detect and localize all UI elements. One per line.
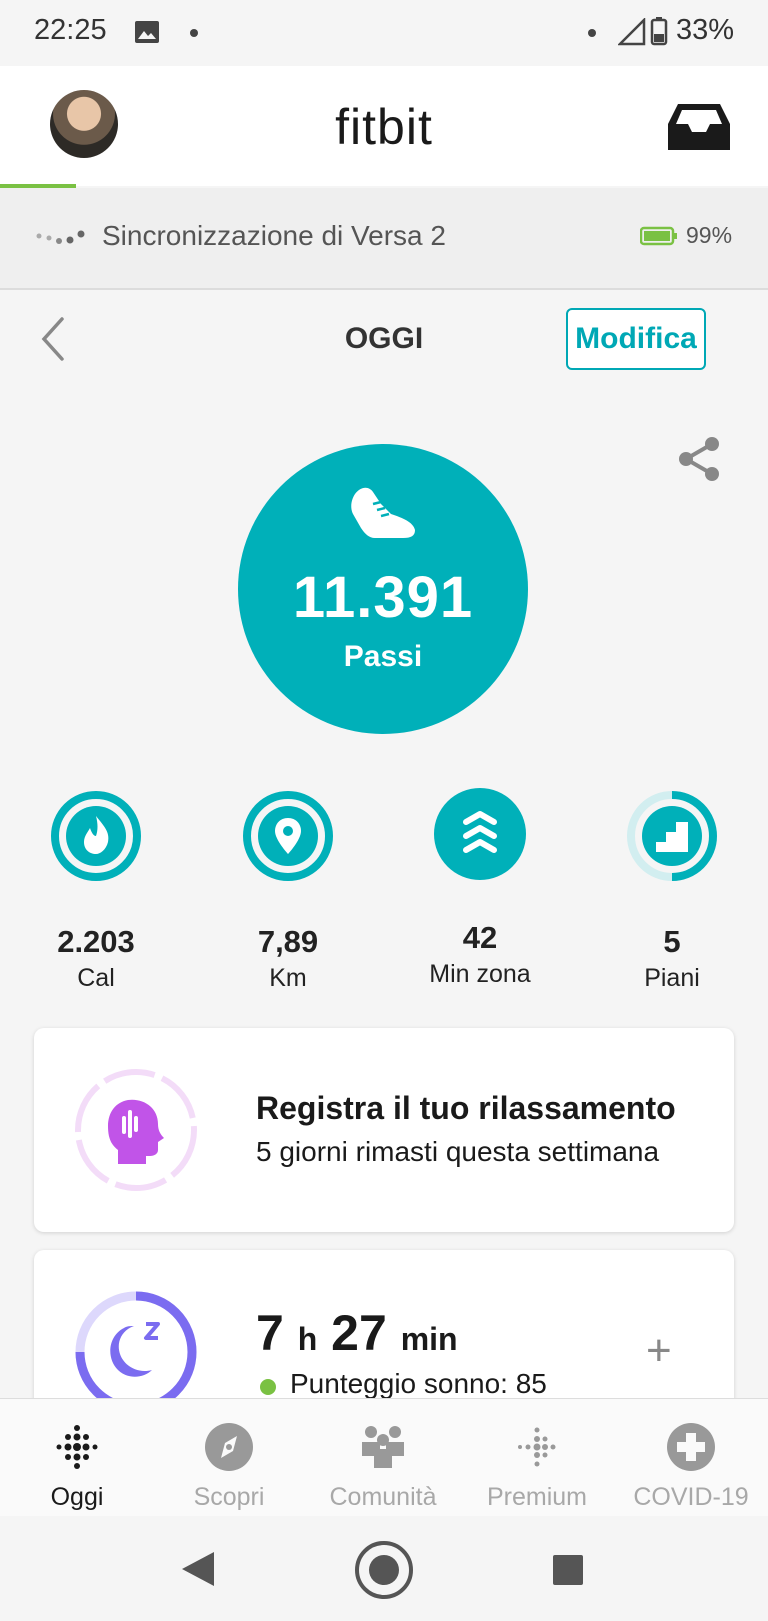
image-notification-icon xyxy=(135,21,159,43)
sleep-minutes-unit: min xyxy=(400,1321,458,1357)
sync-progress-icon xyxy=(36,230,85,244)
sleep-score: Punteggio sonno: 85 xyxy=(290,1368,547,1399)
steps-label: Passi xyxy=(343,640,423,673)
distance-ring[interactable] xyxy=(240,788,336,884)
zone-minutes-label: Min zona xyxy=(429,960,531,988)
nav-label: Scopri xyxy=(193,1483,265,1511)
compass-icon xyxy=(205,1423,253,1471)
relaxation-ring xyxy=(75,1069,197,1191)
nav-label: Comunità xyxy=(329,1483,437,1511)
device-battery-pct: 99% xyxy=(686,222,733,248)
status-time: 22:25 xyxy=(34,14,107,46)
nav-item-comunita[interactable]: Comunità xyxy=(308,1422,458,1512)
sleep-hours-unit: h xyxy=(297,1321,318,1357)
calories-value: 2.203 xyxy=(57,924,135,959)
zone-minutes-ring[interactable] xyxy=(432,786,528,882)
device-battery-icon xyxy=(640,226,677,246)
calories-label: Cal xyxy=(77,964,115,992)
distance-value: 7,89 xyxy=(257,924,319,959)
system-recents-icon[interactable] xyxy=(552,1554,584,1586)
inbox-icon[interactable] xyxy=(666,102,732,152)
nav-item-scopri[interactable]: Scopri xyxy=(154,1422,304,1512)
today-dots-icon xyxy=(56,1425,98,1469)
shoe-icon xyxy=(351,487,415,538)
add-sleep-button[interactable]: + xyxy=(646,1326,672,1376)
floors-value: 5 xyxy=(663,924,681,959)
nav-item-covid[interactable]: COVID-19 xyxy=(616,1422,766,1512)
sleep-hours: 7 xyxy=(256,1305,284,1361)
nav-item-oggi[interactable]: Oggi xyxy=(2,1422,152,1512)
relaxation-title: Registra il tuo rilassamento xyxy=(256,1090,676,1126)
nav-label: Oggi xyxy=(50,1483,104,1511)
steps-count: 11.391 xyxy=(292,565,474,630)
floors-ring[interactable] xyxy=(624,788,720,884)
system-home-icon[interactable] xyxy=(354,1540,414,1600)
sleep-ring xyxy=(75,1291,197,1410)
notification-dot xyxy=(588,29,596,37)
nav-label: Premium xyxy=(486,1483,587,1511)
relaxation-subtitle: 5 giorni rimasti questa settimana xyxy=(256,1136,660,1167)
app-logo: fitbit xyxy=(335,99,433,155)
zone-minutes-value: 42 xyxy=(462,920,498,955)
floors-label: Piani xyxy=(644,964,700,992)
sync-status-text: Sincronizzazione di Versa 2 xyxy=(102,220,446,251)
status-bar: 22:25 33% xyxy=(0,0,768,66)
status-battery-pct: 33% xyxy=(675,14,734,46)
notification-dot xyxy=(190,29,198,37)
sleep-score-dot xyxy=(260,1379,276,1395)
share-icon[interactable] xyxy=(676,436,722,482)
moon-icon xyxy=(110,1326,152,1377)
medical-cross-icon xyxy=(667,1423,715,1471)
sleep-minutes: 27 xyxy=(331,1305,387,1361)
steps-circle[interactable]: 11.391 Passi xyxy=(238,444,528,734)
signal-icon xyxy=(618,18,646,46)
distance-label: Km xyxy=(269,964,307,992)
calories-ring[interactable] xyxy=(48,788,144,884)
battery-icon xyxy=(650,17,668,46)
premium-dots-icon xyxy=(518,1427,556,1467)
nav-item-premium[interactable]: Premium xyxy=(462,1422,612,1512)
sleep-duration: 7 h 27 min xyxy=(256,1304,458,1362)
system-navigation-bar xyxy=(0,1516,768,1621)
system-back-icon[interactable] xyxy=(180,1550,216,1588)
edit-button[interactable]: Modifica xyxy=(566,308,706,370)
community-icon xyxy=(362,1426,404,1468)
nav-label: COVID-19 xyxy=(633,1483,749,1511)
